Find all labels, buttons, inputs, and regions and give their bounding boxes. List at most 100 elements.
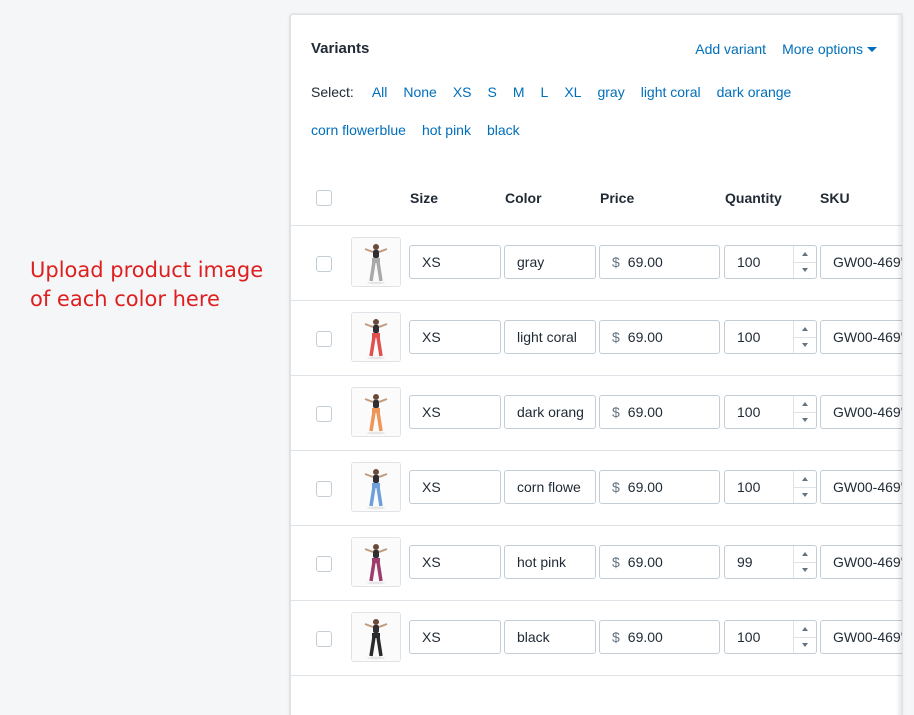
select-option-none[interactable]: None (403, 81, 436, 103)
quantity-stepper[interactable]: 100 (724, 470, 817, 504)
currency-symbol: $ (612, 404, 620, 420)
annotation-line-2: of each color here (30, 287, 220, 311)
size-field[interactable]: XS (409, 620, 501, 654)
increment-button[interactable] (794, 546, 816, 563)
price-value: 69.00 (627, 629, 663, 645)
quantity-stepper[interactable]: 100 (724, 620, 817, 654)
sku-field[interactable]: GW00-469' (820, 245, 902, 279)
sku-field[interactable]: GW00-469' (820, 320, 902, 354)
select-option-xs[interactable]: XS (453, 81, 472, 103)
color-field[interactable]: corn flowe (504, 470, 596, 504)
quantity-stepper[interactable]: 100 (724, 395, 817, 429)
variant-row: XS corn flowe $69.00 100 GW00-469' (291, 451, 902, 526)
sku-field[interactable]: GW00-469' (820, 545, 902, 579)
increment-button[interactable] (794, 246, 816, 263)
color-field[interactable]: gray (504, 245, 596, 279)
currency-symbol: $ (612, 554, 620, 570)
more-options-dropdown[interactable]: More options (782, 41, 877, 57)
caret-down-icon (802, 418, 808, 422)
price-field[interactable]: $69.00 (599, 245, 720, 279)
decrement-button[interactable] (794, 412, 816, 428)
color-value: dark orang (517, 404, 584, 420)
add-variant-link[interactable]: Add variant (695, 41, 766, 57)
select-filter-bar: Select: All None XS S M L XL gray light coral dar… (311, 81, 871, 141)
sku-value: GW00-469' (833, 629, 902, 645)
size-value: XS (422, 404, 441, 420)
sku-value: GW00-469' (833, 329, 902, 345)
select-option-black[interactable]: black (487, 119, 520, 141)
select-option-dark-orange[interactable]: dark orange (717, 81, 792, 103)
select-all-checkbox[interactable] (316, 190, 332, 206)
decrement-button[interactable] (794, 562, 816, 578)
increment-button[interactable] (794, 321, 816, 338)
product-model-image (352, 388, 400, 436)
caret-up-icon (802, 627, 808, 631)
row-checkbox[interactable] (316, 331, 332, 347)
variant-image-thumbnail[interactable] (351, 387, 401, 437)
select-option-corn-flowerblue[interactable]: corn flowerblue (311, 119, 406, 141)
variant-image-thumbnail[interactable] (351, 237, 401, 287)
sku-value: GW00-469' (833, 554, 902, 570)
increment-button[interactable] (794, 471, 816, 488)
select-option-light-coral[interactable]: light coral (641, 81, 701, 103)
price-value: 69.00 (627, 479, 663, 495)
currency-symbol: $ (612, 329, 620, 345)
price-field[interactable]: $69.00 (599, 620, 720, 654)
size-field[interactable]: XS (409, 320, 501, 354)
decrement-button[interactable] (794, 637, 816, 653)
sku-field[interactable]: GW00-469' (820, 395, 902, 429)
size-field[interactable]: XS (409, 545, 501, 579)
variant-row: XS light coral $69.00 100 GW00-469' (291, 301, 902, 376)
select-option-hot-pink[interactable]: hot pink (422, 119, 471, 141)
select-option-xl[interactable]: XL (564, 81, 581, 103)
quantity-stepper[interactable]: 100 (724, 245, 817, 279)
decrement-button[interactable] (794, 262, 816, 278)
column-header-quantity: Quantity (725, 190, 782, 206)
sku-field[interactable]: GW00-469' (820, 620, 902, 654)
select-option-l[interactable]: L (541, 81, 549, 103)
color-field[interactable]: dark orang (504, 395, 596, 429)
annotation-line-1: Upload product image (30, 258, 264, 282)
select-option-all[interactable]: All (372, 81, 388, 103)
price-field[interactable]: $69.00 (599, 320, 720, 354)
variant-image-thumbnail[interactable] (351, 537, 401, 587)
price-field[interactable]: $69.00 (599, 470, 720, 504)
quantity-stepper[interactable]: 99 (724, 545, 817, 579)
row-checkbox[interactable] (316, 631, 332, 647)
select-option-m[interactable]: M (513, 81, 525, 103)
product-model-image (352, 538, 400, 586)
increment-button[interactable] (794, 621, 816, 638)
quantity-stepper[interactable]: 100 (724, 320, 817, 354)
price-field[interactable]: $69.00 (599, 545, 720, 579)
select-option-gray[interactable]: gray (597, 81, 624, 103)
size-value: XS (422, 479, 441, 495)
color-field[interactable]: hot pink (504, 545, 596, 579)
variant-image-thumbnail[interactable] (351, 312, 401, 362)
size-field[interactable]: XS (409, 395, 501, 429)
size-value: XS (422, 629, 441, 645)
more-options-label: More options (782, 41, 863, 57)
row-checkbox[interactable] (316, 481, 332, 497)
price-value: 69.00 (627, 254, 663, 270)
row-checkbox[interactable] (316, 256, 332, 272)
size-field[interactable]: XS (409, 245, 501, 279)
product-model-image (352, 313, 400, 361)
caret-up-icon (802, 327, 808, 331)
price-field[interactable]: $69.00 (599, 395, 720, 429)
size-field[interactable]: XS (409, 470, 501, 504)
variant-image-thumbnail[interactable] (351, 462, 401, 512)
column-header-color: Color (505, 190, 542, 206)
currency-symbol: $ (612, 254, 620, 270)
variant-image-thumbnail[interactable] (351, 612, 401, 662)
row-checkbox[interactable] (316, 406, 332, 422)
decrement-button[interactable] (794, 487, 816, 503)
sku-field[interactable]: GW00-469' (820, 470, 902, 504)
color-field[interactable]: black (504, 620, 596, 654)
row-checkbox[interactable] (316, 556, 332, 572)
row-divider (291, 675, 902, 676)
color-field[interactable]: light coral (504, 320, 596, 354)
increment-button[interactable] (794, 396, 816, 413)
color-value: black (517, 629, 550, 645)
decrement-button[interactable] (794, 337, 816, 353)
select-option-s[interactable]: S (488, 81, 497, 103)
